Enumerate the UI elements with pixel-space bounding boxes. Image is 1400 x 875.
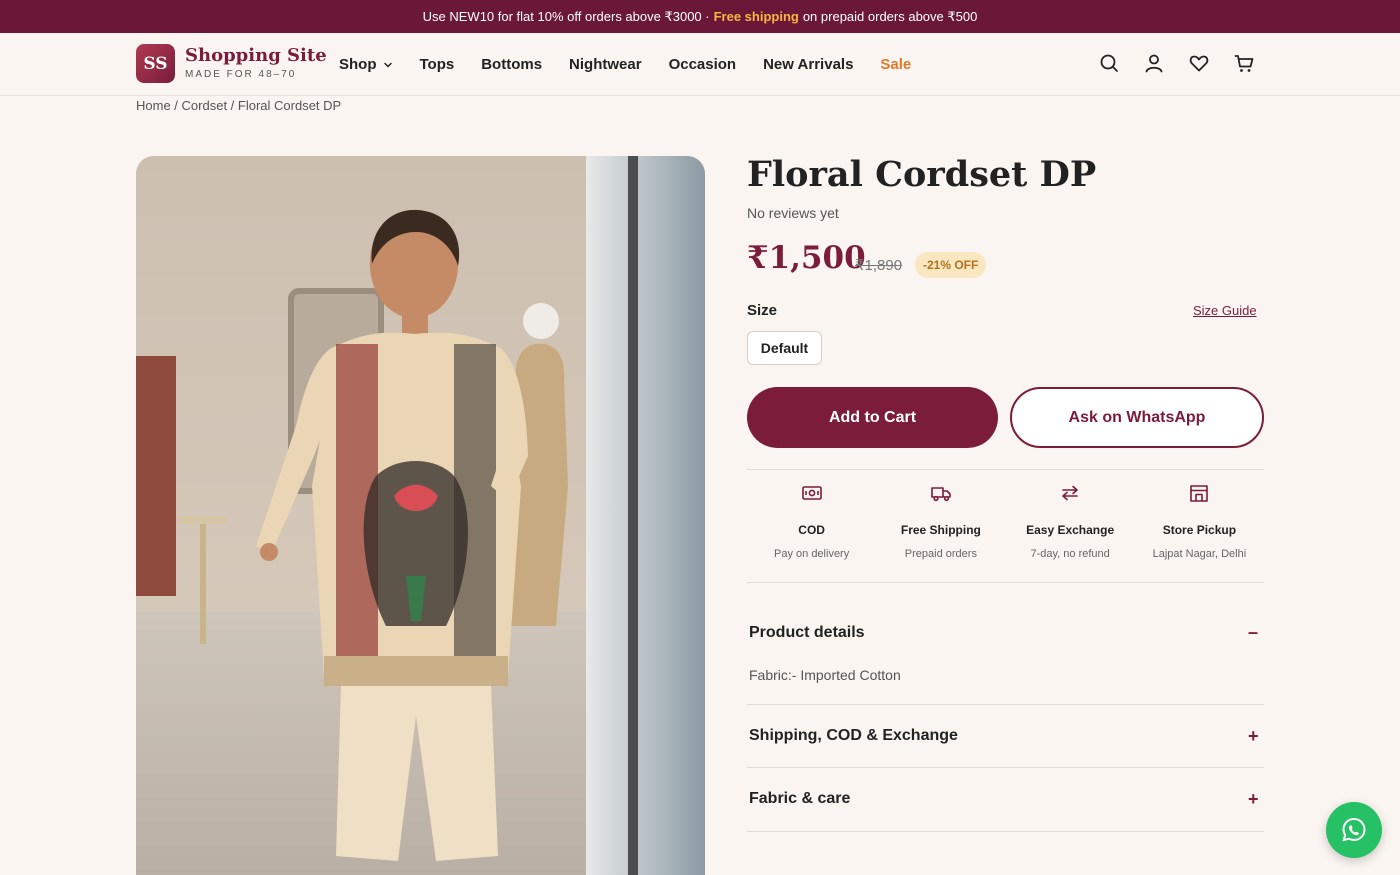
feature-title: Easy Exchange xyxy=(1026,523,1115,537)
feature-subtitle: 7-day, no refund xyxy=(1030,548,1110,560)
breadcrumb-current: Floral Cordset DP xyxy=(237,98,342,113)
nav-tops[interactable]: Tops xyxy=(420,56,455,73)
header-icons xyxy=(1098,52,1278,74)
feature-easy-exchange: Easy Exchange 7-day, no refund xyxy=(1006,482,1135,572)
accordion-fabric-care[interactable]: Fabric & care xyxy=(749,790,850,808)
whatsapp-chat-button[interactable] xyxy=(1326,802,1382,858)
accordion-product-details[interactable]: Product details xyxy=(749,624,865,642)
size-option-default[interactable]: Default xyxy=(747,331,822,365)
divider xyxy=(747,469,1264,470)
expand-icon[interactable]: + xyxy=(1248,789,1259,810)
nav-bottoms[interactable]: Bottoms xyxy=(481,56,542,73)
collapse-icon[interactable]: – xyxy=(1248,622,1258,643)
account-icon[interactable] xyxy=(1143,52,1165,74)
feature-subtitle: Lajpat Nagar, Delhi xyxy=(1152,548,1247,560)
original-price: ₹1,890 xyxy=(855,257,903,274)
feature-subtitle: Prepaid orders xyxy=(904,548,977,560)
site-header: SS Shopping Site MADE FOR 48–70 Shop Top… xyxy=(0,33,1400,96)
divider xyxy=(747,767,1264,768)
feature-title: Store Pickup xyxy=(1162,523,1237,537)
accordion-shipping[interactable]: Shipping, COD & Exchange xyxy=(749,727,958,745)
feature-title: Free Shipping xyxy=(900,523,981,537)
feature-title: COD xyxy=(798,523,825,537)
nav-shop[interactable]: Shop xyxy=(339,56,393,73)
expand-icon[interactable]: + xyxy=(1248,726,1259,747)
feature-store-pickup: Store Pickup Lajpat Nagar, Delhi xyxy=(1135,482,1264,572)
discount-badge: -21% OFF xyxy=(915,252,987,278)
logo-badge[interactable]: SS xyxy=(136,44,175,83)
announcement-bar: Use NEW10 for flat 10% off orders above … xyxy=(0,0,1400,33)
feature-free-shipping: Free Shipping Prepaid orders xyxy=(876,482,1005,572)
main-nav: Shop Tops Bottoms Nightwear Occasion New… xyxy=(339,33,938,96)
breadcrumb-home[interactable]: Home xyxy=(136,98,171,113)
size-label: Size xyxy=(747,302,778,319)
product-price: ₹1,500 xyxy=(747,240,866,276)
chevron-down-icon xyxy=(383,62,392,68)
add-to-cart-button[interactable]: Add to Cart xyxy=(747,387,998,448)
divider xyxy=(747,582,1264,583)
cart-icon[interactable] xyxy=(1233,52,1255,74)
announcement-text: Use NEW10 for flat 10% off orders above … xyxy=(422,8,710,24)
feature-cod: COD Pay on delivery xyxy=(747,482,876,572)
wishlist-icon[interactable] xyxy=(1188,52,1210,74)
announcement-highlight: Free shipping xyxy=(713,9,799,24)
nav-sale[interactable]: Sale xyxy=(880,56,911,73)
logo-name[interactable]: Shopping Site xyxy=(185,45,327,66)
truck-icon xyxy=(931,487,951,502)
divider xyxy=(747,704,1264,705)
product-details-body: Fabric:- Imported Cotton xyxy=(749,667,901,683)
logo-tagline: MADE FOR 48–70 xyxy=(185,69,297,80)
breadcrumb-category[interactable]: Cordset xyxy=(182,98,228,113)
cash-icon xyxy=(801,486,822,500)
search-icon[interactable] xyxy=(1098,52,1120,74)
product-image[interactable] xyxy=(136,156,705,875)
divider xyxy=(747,831,1264,832)
ask-whatsapp-button[interactable]: Ask on WhatsApp xyxy=(1010,387,1264,448)
breadcrumb: Home / Cordset / Floral Cordset DP xyxy=(136,98,342,113)
product-title: Floral Cordset DP xyxy=(747,154,1097,195)
product-photo-illustration xyxy=(136,156,705,875)
nav-occasion[interactable]: Occasion xyxy=(669,56,737,73)
nav-new-arrivals[interactable]: New Arrivals xyxy=(763,56,853,73)
nav-shop-label: Shop xyxy=(339,56,377,73)
announcement-text-end: on prepaid orders above ₹500 xyxy=(802,8,978,24)
whatsapp-icon xyxy=(1342,817,1366,842)
store-icon xyxy=(1190,485,1209,502)
reviews-text[interactable]: No reviews yet xyxy=(747,205,839,221)
nav-nightwear[interactable]: Nightwear xyxy=(569,56,642,73)
feature-subtitle: Pay on delivery xyxy=(774,548,850,560)
feature-strip: COD Pay on delivery Free Shipping Prepai… xyxy=(747,482,1264,572)
exchange-icon xyxy=(1062,485,1078,501)
size-guide-link[interactable]: Size Guide xyxy=(1193,303,1257,318)
